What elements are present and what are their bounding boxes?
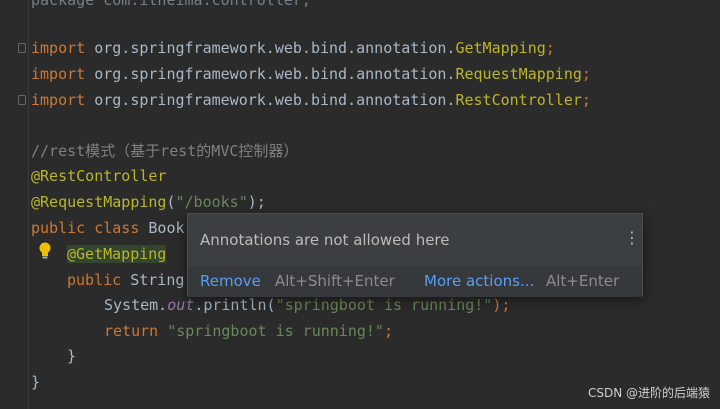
- fold-marker-icon[interactable]: [18, 43, 26, 53]
- code-line-import-restcontroller: import org.springframework.web.bind.anno…: [31, 91, 591, 109]
- watermark: CSDN @进阶的后端猿: [587, 386, 710, 400]
- code-line-return: return "springboot is running!";: [104, 322, 393, 340]
- code-line-import-requestmapping: import org.springframework.web.bind.anno…: [31, 65, 591, 83]
- code-editor[interactable]: package com.itheima.controller; import o…: [0, 0, 720, 409]
- code-line-restcontroller: @RestController: [31, 167, 167, 185]
- code-line-requestmapping: @RequestMapping("/books");: [31, 193, 266, 211]
- code-line-comment: //rest模式（基于rest的MVC控制器）: [31, 142, 299, 160]
- fold-marker-icon[interactable]: [18, 95, 26, 105]
- code-line-package: package com.itheima.controller;: [31, 0, 311, 9]
- more-options-icon[interactable]: ⋮: [624, 228, 640, 248]
- code-line-getmapping: @GetMapping: [67, 245, 167, 263]
- code-line-class-close: }: [31, 373, 41, 391]
- editor-gutter: [0, 0, 29, 409]
- popup-message: Annotations are not allowed here: [200, 231, 450, 249]
- more-actions-link[interactable]: More actions...: [424, 272, 534, 290]
- more-actions-shortcut: Alt+Enter: [546, 272, 620, 290]
- remove-shortcut: Alt+Shift+Enter: [275, 272, 395, 290]
- code-line-import-getmapping: import org.springframework.web.bind.anno…: [31, 39, 555, 57]
- lightbulb-icon[interactable]: [38, 242, 52, 260]
- code-line-class-decl: public class Book: [31, 219, 185, 237]
- inspection-popup: Annotations are not allowed here ⋮ Remov…: [187, 213, 643, 297]
- popup-actions: Remove Alt+Shift+Enter More actions... A…: [188, 266, 642, 297]
- code-line-method-close: }: [67, 347, 77, 365]
- code-line-method-decl: public String: [67, 271, 185, 289]
- remove-action-link[interactable]: Remove: [200, 272, 261, 290]
